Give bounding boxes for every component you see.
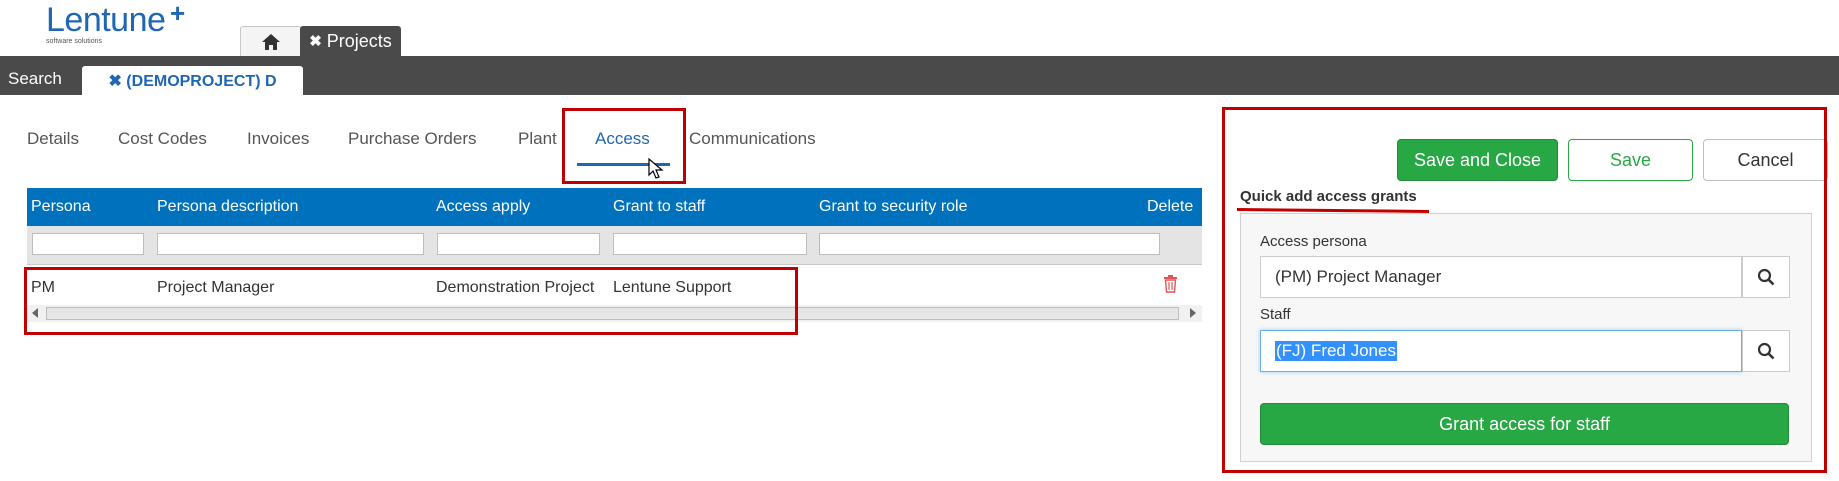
mouse-cursor-icon: [648, 158, 664, 179]
logo-tagline: software solutions: [46, 38, 103, 45]
lentune-logo: Lentune + software solutions: [46, 0, 196, 48]
tab-details[interactable]: Details: [27, 129, 79, 149]
col-access-apply[interactable]: Access apply: [436, 198, 530, 216]
logo-plus: +: [170, 0, 186, 28]
grid-filter-row: [27, 226, 1202, 265]
col-grant-to-staff[interactable]: Grant to staff: [613, 198, 705, 216]
filter-persona[interactable]: [32, 233, 144, 255]
projects-tab[interactable]: ✖ Projects: [300, 26, 401, 56]
highlight-access-tab: [562, 108, 686, 184]
highlight-right-panel: [1222, 107, 1827, 473]
close-icon[interactable]: ✖: [309, 32, 322, 50]
trash-icon[interactable]: [1163, 275, 1178, 293]
home-icon: [262, 34, 280, 50]
record-tab-demoproject[interactable]: ✖ (DEMOPROJECT) D: [82, 66, 303, 95]
tab-plant[interactable]: Plant: [518, 129, 557, 149]
tab-invoices[interactable]: Invoices: [247, 129, 309, 149]
tab-purchase-orders[interactable]: Purchase Orders: [348, 129, 477, 149]
search-tab[interactable]: Search: [8, 69, 62, 89]
tab-cost-codes[interactable]: Cost Codes: [118, 129, 207, 149]
filter-grant-to-staff[interactable]: [613, 233, 807, 255]
col-grant-to-security-role[interactable]: Grant to security role: [819, 198, 968, 216]
home-tab[interactable]: [240, 26, 302, 57]
col-persona-description[interactable]: Persona description: [157, 198, 298, 216]
projects-tab-label: Projects: [326, 30, 392, 51]
filter-access-apply[interactable]: [437, 233, 600, 255]
col-persona[interactable]: Persona: [31, 198, 91, 216]
filter-persona-description[interactable]: [157, 233, 424, 255]
col-delete[interactable]: Delete: [1147, 198, 1193, 216]
grid-header: Persona Persona description Access apply…: [27, 188, 1202, 226]
filter-grant-to-security-role[interactable]: [819, 233, 1160, 255]
highlight-grid-row: [24, 267, 798, 335]
scroll-right-icon[interactable]: [1190, 308, 1196, 318]
tab-communications[interactable]: Communications: [689, 129, 816, 149]
